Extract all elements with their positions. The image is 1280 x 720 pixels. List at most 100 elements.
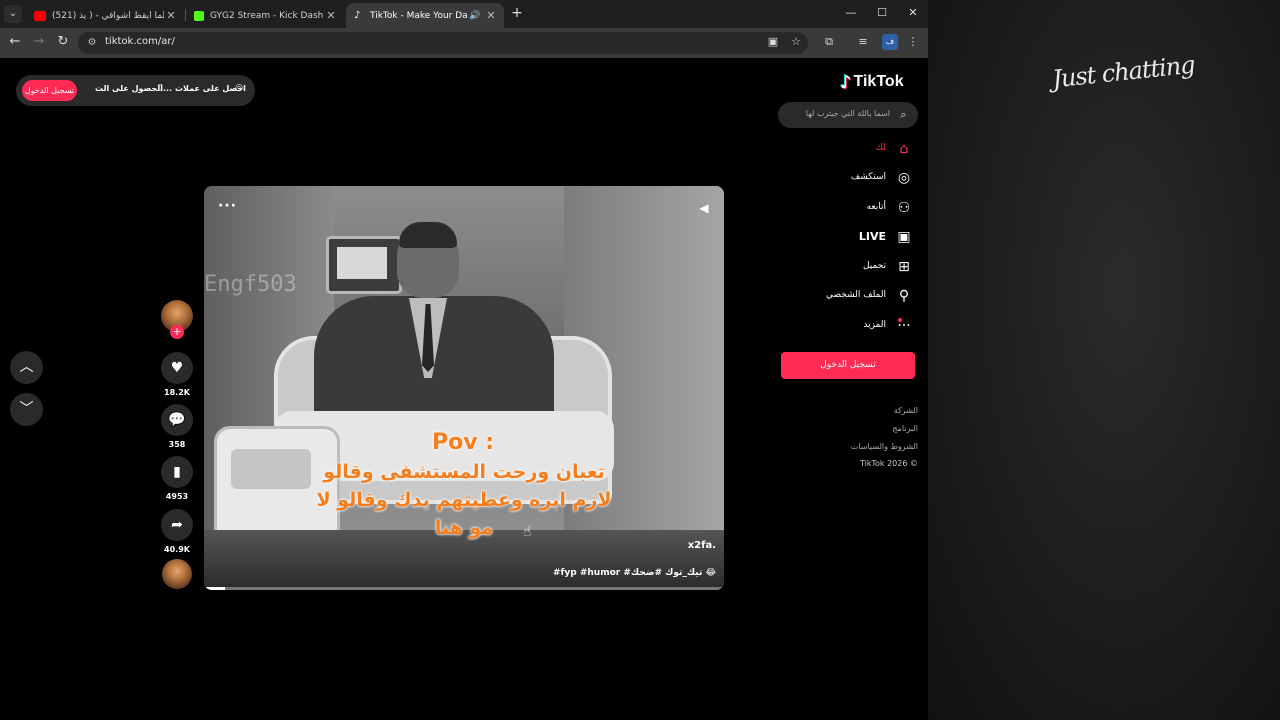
tab-youtube[interactable]: (521) يا حلما ايقظ أشواقي - ( يذ... ✕ — [26, 3, 184, 28]
video-monitor — [326, 236, 402, 294]
address-bar[interactable]: ⚙ tiktok.com/ar/ — [78, 32, 808, 54]
chevron-up-icon: ︿ — [19, 359, 34, 375]
home-icon: ⌂ — [899, 141, 909, 157]
comment-count: 358 — [168, 440, 186, 449]
tiktok-page: تسجيل الدخول الحصول على الت... ▯ احصل عل… — [0, 58, 928, 720]
window-close-icon[interactable]: ✕ — [906, 6, 920, 20]
site-info-icon[interactable]: ⚙ — [86, 37, 98, 49]
share-button[interactable]: ➦ — [161, 509, 193, 541]
video-progress-bar[interactable] — [204, 587, 724, 590]
footer-terms-link[interactable]: الشروط والسياسات — [851, 442, 918, 451]
logo-text: TikTok — [853, 73, 904, 90]
nav-more[interactable]: المزيد ··· — [820, 316, 916, 338]
tab-title: TikTok - Make Your Day — [370, 10, 468, 21]
chevron-down-icon: ﹀ — [19, 401, 34, 417]
sidebar-login-button[interactable]: تسجيل الدخول — [781, 352, 915, 379]
tab-tiktok[interactable]: ♪ TikTok - Make Your Day 🔊 ✕ — [346, 3, 504, 28]
music-disc-avatar[interactable] — [162, 559, 192, 589]
coin-icon: ◎ — [235, 83, 243, 93]
profile-icon: ⚲ — [898, 288, 910, 304]
search-icon[interactable]: ⌕ — [897, 108, 910, 121]
youtube-icon — [34, 10, 46, 21]
nav-label: المزيد — [863, 320, 886, 330]
login-button[interactable]: تسجيل الدخول — [22, 80, 77, 101]
footer-program-link[interactable]: البرنامج — [892, 424, 918, 433]
tiktok-note-icon: ♪ — [840, 71, 852, 93]
nav-label: لك — [875, 143, 886, 153]
footer-company-link[interactable]: الشركة — [894, 406, 918, 415]
nav-upload[interactable]: تحميل ⊞ — [820, 257, 916, 279]
close-icon[interactable]: ✕ — [324, 9, 338, 22]
back-icon[interactable]: ← — [8, 35, 22, 49]
tiktok-logo[interactable]: ♪ TikTok — [840, 71, 904, 93]
close-icon[interactable]: ✕ — [164, 9, 178, 22]
video-author-handle[interactable]: x2fa. — [688, 540, 716, 551]
url-text: tiktok.com/ar/ — [105, 36, 175, 47]
nav-profile[interactable]: الملف الشخصي ⚲ — [820, 286, 916, 308]
search-input[interactable]: اسما ياللة التي جيترب لها ⌕ — [778, 102, 918, 128]
upload-icon: ⊞ — [898, 259, 910, 275]
video-player[interactable]: Engf503 Pov : تعبان ورحت المستشفى وقالو … — [204, 186, 724, 590]
share-icon: ➦ — [171, 517, 183, 533]
cast-icon[interactable]: ▣ — [766, 35, 780, 49]
heart-icon: ♥ — [170, 360, 184, 376]
video-hashtags[interactable]: #fyp #humor #تيك_توك #ضحك 😂 — [553, 568, 716, 578]
bookmark-icon: ▮ — [173, 464, 181, 480]
close-icon[interactable]: ✕ — [484, 9, 498, 22]
comment-button[interactable]: 💬 — [161, 404, 193, 436]
nav-live[interactable]: LIVE ▣ — [820, 227, 916, 249]
like-button[interactable]: ♥ — [161, 352, 193, 384]
nav-label: أتابعه — [866, 202, 886, 212]
video-options-icon[interactable]: ··· — [218, 198, 237, 214]
nav-explore[interactable]: استكشف ◎ — [820, 168, 916, 190]
tab-title: (521) يا حلما ايقظ أشواقي - ( يذ... — [52, 10, 164, 21]
reload-icon[interactable]: ↻ — [56, 35, 70, 49]
profile-avatar[interactable]: ف — [882, 34, 898, 50]
video-caption-body: تعبان ورحت المستشفى وقالو لازم ابره وعطي… — [316, 461, 612, 539]
tiktok-icon: ♪ — [354, 9, 361, 21]
nav-label: LIVE — [858, 230, 886, 243]
like-count: 18.2K — [164, 388, 190, 397]
maximize-icon[interactable]: ☐ — [875, 6, 889, 20]
save-button[interactable]: ▮ — [161, 456, 193, 488]
speaker-icon[interactable]: 🔊 — [468, 11, 482, 21]
bookmark-star-icon[interactable]: ☆ — [789, 35, 803, 49]
volume-icon[interactable]: ◀ — [696, 200, 712, 216]
tab-kick[interactable]: GYG2 Stream - Kick Dashboard ✕ — [186, 3, 344, 28]
video-progress-fill — [204, 587, 225, 590]
minimize-icon[interactable]: — — [844, 6, 858, 20]
nav-following[interactable]: أتابعه ⚇ — [820, 198, 916, 220]
extensions-icon[interactable]: ⧉ — [822, 35, 836, 49]
tab-title: GYG2 Stream - Kick Dashboard — [210, 10, 324, 21]
previous-video-button[interactable]: ︿ — [10, 351, 43, 384]
compass-icon: ◎ — [897, 170, 911, 186]
kick-icon — [194, 10, 204, 21]
browser-window: ⌄ (521) يا حلما ايقظ أشواقي - ( يذ... ✕ … — [0, 0, 928, 720]
phone-icon: ▯ — [157, 83, 163, 93]
media-control-icon[interactable]: ≡ — [856, 35, 870, 49]
follow-plus-icon[interactable]: + — [170, 325, 184, 339]
stream-overlay-panel: Just chatting — [928, 0, 1280, 720]
nav-label: الملف الشخصي — [826, 290, 886, 300]
forward-icon[interactable]: → — [32, 35, 46, 49]
notification-dot — [898, 318, 902, 322]
video-person — [399, 222, 457, 248]
nav-label: تحميل — [862, 261, 886, 271]
new-tab-button[interactable]: + — [510, 6, 524, 20]
nav-for-you[interactable]: لك ⌂ — [820, 139, 916, 161]
tab-strip: ⌄ (521) يا حلما ايقظ أشواقي - ( يذ... ✕ … — [0, 0, 928, 28]
hand-cursor-icon: ☝ — [523, 524, 532, 540]
nav-label: استكشف — [850, 172, 886, 182]
following-icon: ⚇ — [897, 200, 911, 216]
just-chatting-logo: Just chatting — [1050, 50, 1196, 94]
share-count: 40.9K — [164, 545, 190, 554]
video-watermark: Engf503 — [204, 272, 297, 297]
next-video-button[interactable]: ﹀ — [10, 393, 43, 426]
live-icon: ▣ — [897, 229, 911, 245]
menu-kebab-icon[interactable]: ⋮ — [906, 35, 920, 49]
video-caption-title: Pov : — [432, 430, 495, 455]
browser-toolbar: ← → ↻ ⚙ tiktok.com/ar/ ▣ ☆ ⧉ ≡ ف ⋮ — [0, 28, 928, 58]
tab-search-button[interactable]: ⌄ — [4, 5, 22, 23]
save-count: 4953 — [165, 492, 189, 501]
top-actions-bar: تسجيل الدخول الحصول على الت... ▯ احصل عل… — [16, 75, 255, 106]
